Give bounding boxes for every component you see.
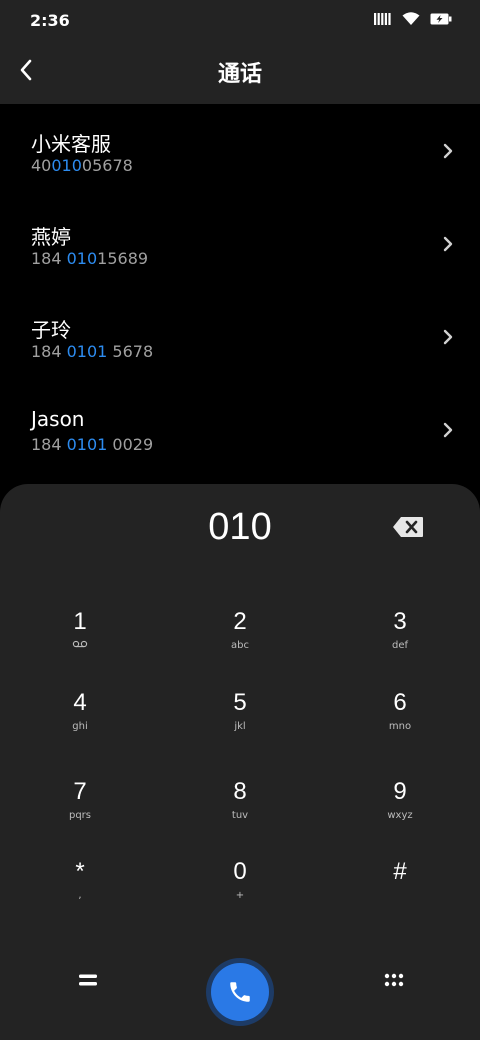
key-4[interactable]: 4 ghi	[20, 689, 140, 759]
key-2[interactable]: 2 abc	[180, 608, 300, 678]
chevron-right-icon[interactable]	[442, 235, 454, 253]
chevron-right-icon[interactable]	[442, 421, 454, 439]
status-bar: 2:36	[0, 0, 480, 40]
contact-name: 燕婷	[31, 225, 71, 249]
app-bar: 通话	[0, 40, 480, 104]
key-7[interactable]: 7 pqrs	[20, 778, 140, 848]
key-1[interactable]: 1	[20, 608, 140, 678]
contact-name: Jason	[31, 407, 85, 431]
wifi-icon	[402, 12, 420, 25]
contact-name: 子玲	[31, 318, 71, 342]
key-8[interactable]: 8 tuv	[180, 778, 300, 848]
match-highlight: 010	[51, 156, 82, 175]
chevron-right-icon[interactable]	[442, 142, 454, 160]
chevron-right-icon[interactable]	[442, 328, 454, 346]
contact-row[interactable]: 小米客服 4001005678	[0, 104, 480, 197]
phone-icon	[230, 982, 250, 1002]
contact-number: 184 0101 5678	[31, 342, 154, 361]
equals-menu-icon	[79, 974, 97, 986]
dialer-panel: 010 1 2 abc 3 def 4 ghi 5 jkl 6 mno 7 pq…	[0, 484, 480, 1040]
battery-icon	[430, 13, 452, 25]
contact-row[interactable]: 燕婷 184 01015689	[0, 197, 480, 290]
dialpad-toggle-button[interactable]	[370, 956, 418, 1004]
contact-row[interactable]: 子玲 184 0101 5678	[0, 290, 480, 383]
contact-number: 4001005678	[31, 156, 133, 175]
page-title: 通话	[217, 62, 262, 87]
contact-number: 184 01015689	[31, 249, 149, 268]
key-0[interactable]: 0 +	[180, 858, 300, 928]
key-9[interactable]: 9 wxyz	[340, 778, 460, 848]
match-highlight: 0101	[66, 342, 108, 361]
status-time: 2:36	[30, 11, 70, 30]
key-star[interactable]: * ,	[20, 858, 140, 928]
call-button-inner	[211, 963, 269, 1021]
contact-row[interactable]: Jason 184 0101 0029	[0, 383, 480, 476]
contact-number: 184 0101 0029	[31, 435, 154, 454]
key-5[interactable]: 5 jkl	[180, 689, 300, 759]
match-highlight: 010	[66, 249, 98, 268]
menu-button[interactable]	[64, 956, 112, 1004]
match-highlight: 0101	[66, 435, 108, 454]
call-button[interactable]	[206, 958, 274, 1026]
signal-icon	[374, 13, 391, 25]
status-icons	[374, 12, 452, 26]
contact-name: 小米客服	[31, 132, 111, 156]
key-hash[interactable]: #	[340, 858, 460, 928]
backspace-icon[interactable]	[392, 516, 424, 538]
key-3[interactable]: 3 def	[340, 608, 460, 678]
contact-results-list: 小米客服 4001005678 燕婷 184 01015689 子玲 184 0…	[0, 104, 480, 476]
key-6[interactable]: 6 mno	[340, 689, 460, 759]
voicemail-icon	[20, 640, 140, 652]
dialpad-grid-icon	[384, 973, 404, 987]
